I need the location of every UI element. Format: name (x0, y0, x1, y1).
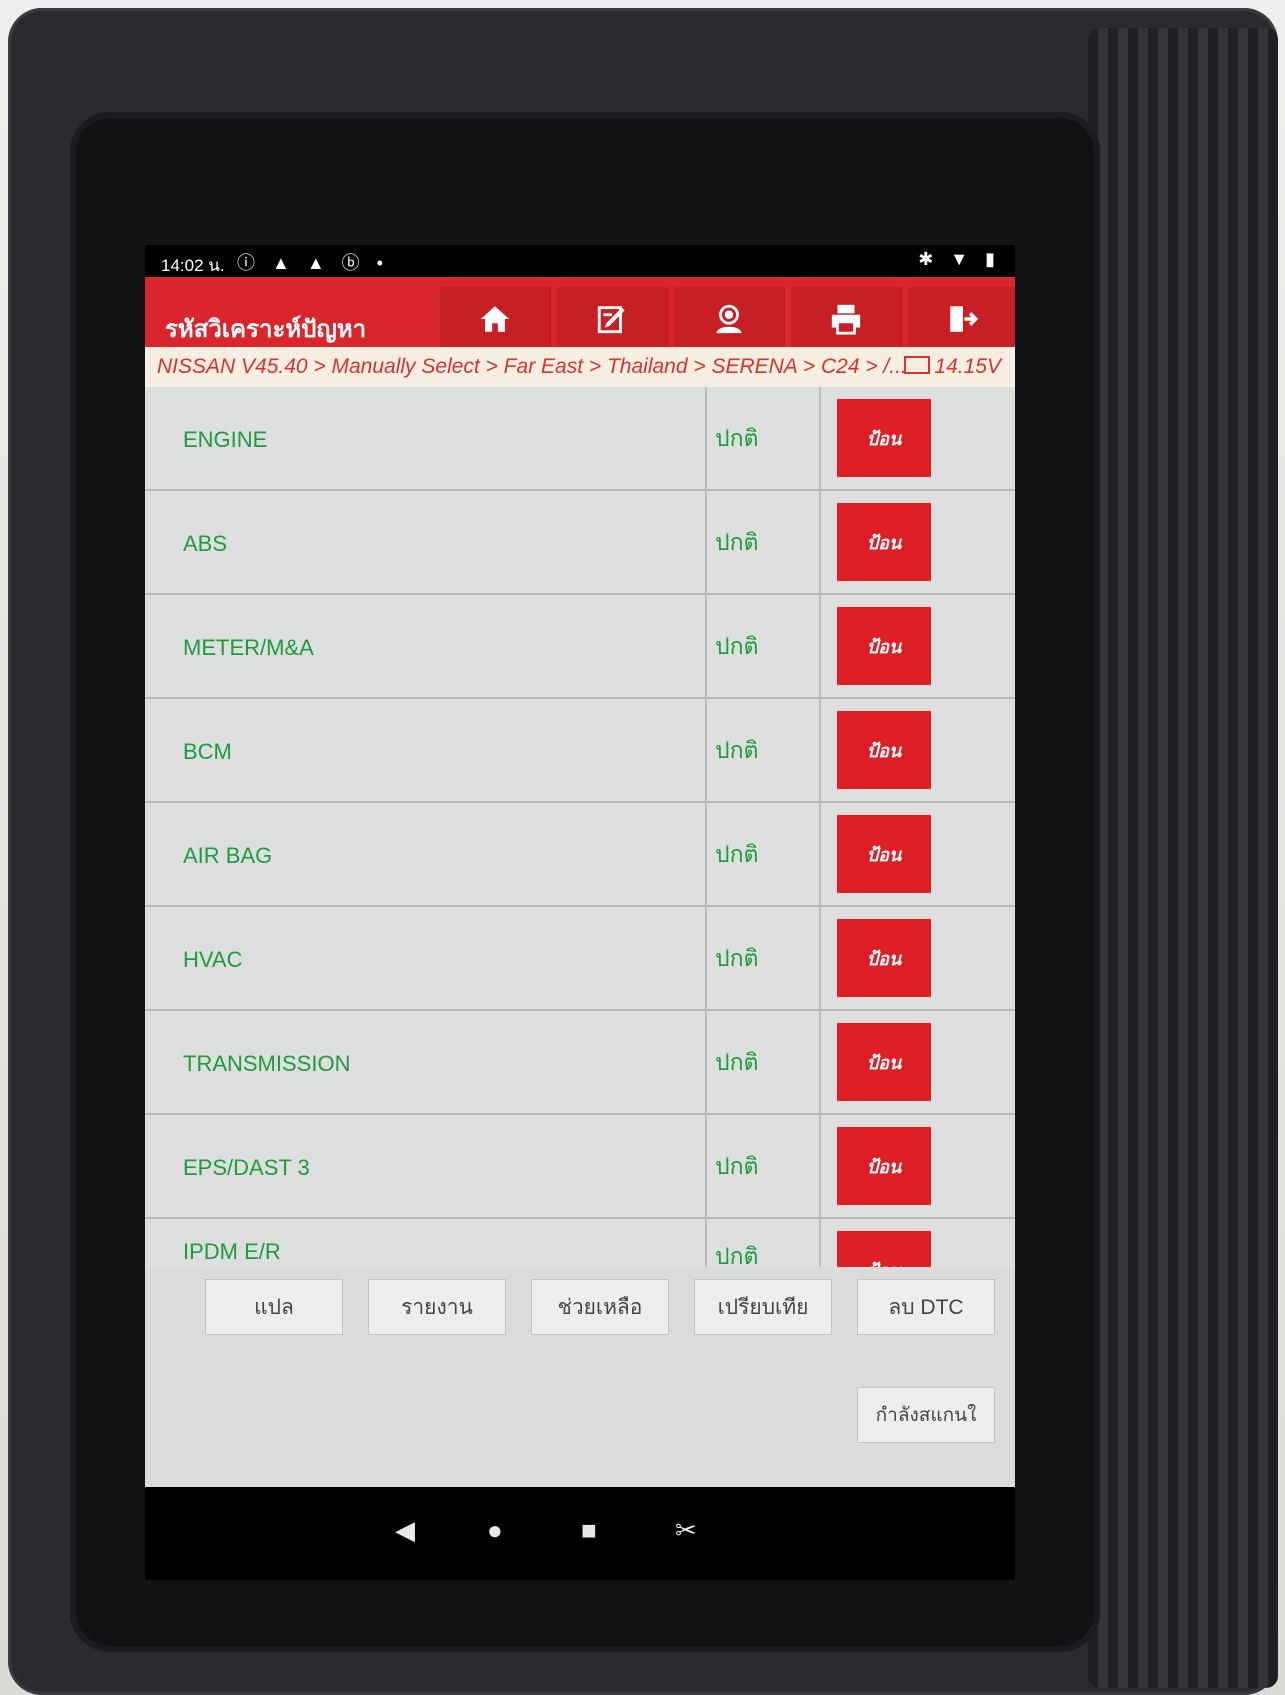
home-nav-icon[interactable]: ● (487, 1515, 503, 1546)
support-button[interactable] (674, 287, 785, 351)
scanning-button[interactable]: กำลังสแกนใ (857, 1387, 995, 1443)
status-cell: ปกติ (705, 491, 821, 593)
system-status: ปกติ (715, 1243, 759, 1267)
enter-button[interactable]: ป้อน (837, 711, 931, 789)
system-row: ENGINE ปกติ ป้อน (145, 387, 1015, 491)
voltage-value: 14.15V (934, 355, 1001, 378)
edit-icon (597, 306, 625, 334)
system-row: EPS/DAST 3 ปกติ ป้อน (145, 1115, 1015, 1219)
enter-button[interactable]: ป้อน (837, 607, 931, 685)
status-cell: ปกติ (705, 1115, 821, 1217)
clear-dtc-button[interactable]: ลบ DTC (857, 1279, 995, 1335)
page-title: รหัสวิเคราะห์ปัญหา (165, 316, 367, 343)
toolbar (440, 287, 1015, 351)
system-status: ปกติ (715, 633, 759, 659)
status-cell: ปกติ (705, 699, 821, 801)
compare-button[interactable]: เปรียบเทีย (694, 1279, 832, 1335)
system-status-icons: ✱ ▼ ▮ (918, 249, 1001, 269)
enter-button[interactable]: ป้อน (837, 1023, 931, 1101)
enter-button[interactable]: ป้อน (837, 503, 931, 581)
edit-button[interactable] (557, 287, 668, 351)
system-status: ปกติ (715, 425, 759, 451)
system-name: EPS/DAST 3 (183, 1155, 310, 1180)
system-name: AIR BAG (183, 843, 273, 868)
system-row: METER/M&A ปกติ ป้อน (145, 595, 1015, 699)
enter-button[interactable]: ป้อน (837, 1231, 931, 1267)
system-row: HVAC ปกติ ป้อน (145, 907, 1015, 1011)
exit-button[interactable] (908, 287, 1015, 351)
back-icon[interactable]: ◀ (395, 1515, 415, 1546)
status-cell: ปกติ (705, 803, 821, 905)
enter-button[interactable]: ป้อน (837, 399, 931, 477)
system-status: ปกติ (715, 841, 759, 867)
status-cell: ปกติ (705, 387, 821, 489)
system-status: ปกติ (715, 945, 759, 971)
enter-button[interactable]: ป้อน (837, 815, 931, 893)
help-button[interactable]: ช่วยเหลือ (531, 1279, 669, 1335)
system-status: ปกติ (715, 1153, 759, 1179)
bottom-button-bar: แปล รายงาน ช่วยเหลือ เปรียบเทีย ลบ DTC (205, 1279, 995, 1335)
breadcrumb-bar: NISSAN V45.40 > Manually Select > Far Ea… (145, 347, 1015, 387)
system-name: IPDM E/R (183, 1239, 281, 1264)
enter-button[interactable]: ป้อน (837, 1127, 931, 1205)
system-list: ENGINE ปกติ ป้อน ABS ปกติ ป้อน METER/M&A… (145, 387, 1015, 1267)
battery-icon (904, 356, 931, 374)
system-name: ABS (183, 531, 228, 556)
system-name: METER/M&A (183, 635, 314, 660)
notification-icons: ⓘ ▲ ▲ ⓑ • (237, 253, 389, 273)
system-status: ปกติ (715, 737, 759, 763)
android-nav-bar: ◀ ● ■ ✂ (145, 1487, 1015, 1580)
status-cell: ปกติ (705, 1219, 821, 1267)
status-cell: ปกติ (705, 907, 821, 1009)
status-time: 14:02 น. (161, 256, 225, 275)
screenshot-icon[interactable]: ✂ (675, 1515, 697, 1546)
bottom-panel: แปล รายงาน ช่วยเหลือ เปรียบเทีย ลบ DTC ก… (145, 1267, 1015, 1487)
system-name: HVAC (183, 947, 243, 972)
print-icon (831, 304, 861, 335)
system-row: AIR BAG ปกติ ป้อน (145, 803, 1015, 907)
battery-voltage: 14.15V (904, 355, 1001, 379)
translate-button[interactable]: แปล (205, 1279, 343, 1335)
recents-icon[interactable]: ■ (581, 1515, 597, 1546)
status-cell: ปกติ (705, 1011, 821, 1113)
breadcrumb: NISSAN V45.40 > Manually Select > Far Ea… (157, 355, 907, 378)
report-button[interactable]: รายงาน (368, 1279, 506, 1335)
system-row: IPDM E/R ปกติ ป้อน (145, 1219, 1015, 1267)
enter-button[interactable]: ป้อน (837, 919, 931, 997)
home-button[interactable] (440, 287, 551, 351)
exit-icon (950, 306, 979, 332)
device-grip (1088, 28, 1278, 1688)
status-cell: ปกติ (705, 595, 821, 697)
system-row: ABS ปกติ ป้อน (145, 491, 1015, 595)
status-bar: 14:02 น. ⓘ ▲ ▲ ⓑ • ✱ ▼ ▮ (145, 245, 1015, 277)
system-name: ENGINE (183, 427, 268, 452)
system-name: BCM (183, 739, 232, 764)
system-status: ปกติ (715, 1049, 759, 1075)
system-name: TRANSMISSION (183, 1051, 351, 1076)
support-icon (716, 304, 742, 334)
system-status: ปกติ (715, 529, 759, 555)
home-icon (480, 306, 510, 332)
system-row: TRANSMISSION ปกติ ป้อน (145, 1011, 1015, 1115)
tablet-screen: 14:02 น. ⓘ ▲ ▲ ⓑ • ✱ ▼ ▮ รหัสวิเคราะห์ปั… (145, 245, 1015, 1580)
print-button[interactable] (791, 287, 902, 351)
system-row: BCM ปกติ ป้อน (145, 699, 1015, 803)
